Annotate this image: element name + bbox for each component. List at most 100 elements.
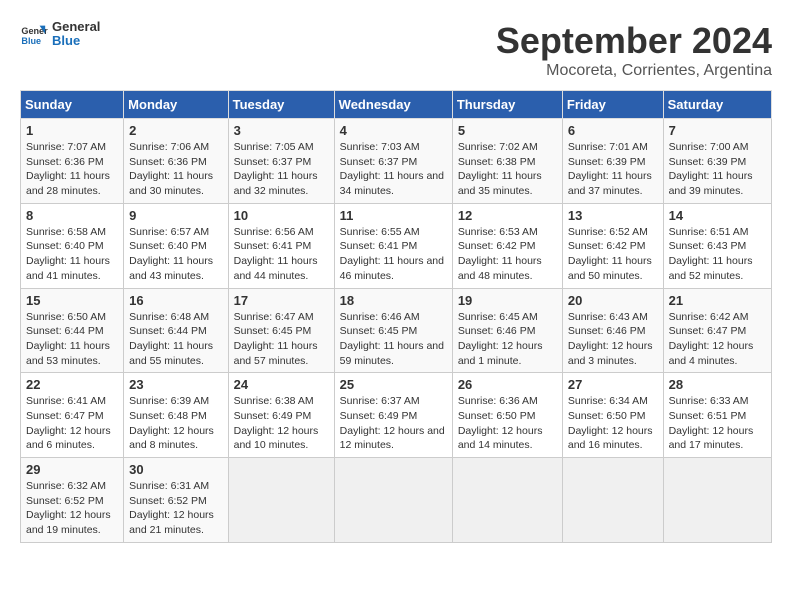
calendar-cell: 10 Sunrise: 6:56 AMSunset: 6:41 PMDayligh… [228, 203, 334, 288]
calendar-cell: 2Sunrise: 7:06 AMSunset: 6:36 PMDaylight… [124, 119, 228, 204]
day-number: 8 [26, 208, 118, 223]
calendar-cell: 19 Sunrise: 6:45 AMSunset: 6:46 PMDayligh… [452, 288, 562, 373]
day-number: 7 [669, 123, 766, 138]
calendar-cell: 11 Sunrise: 6:55 AMSunset: 6:41 PMDayligh… [334, 203, 452, 288]
day-number: 3 [234, 123, 329, 138]
page-title: September 2024 [496, 20, 772, 62]
calendar-cell: 27Sunrise: 6:34 AMSunset: 6:50 PMDayligh… [562, 373, 663, 458]
day-number: 30 [129, 462, 222, 477]
col-header-saturday: Saturday [663, 91, 771, 119]
col-header-monday: Monday [124, 91, 228, 119]
day-number: 26 [458, 377, 557, 392]
calendar-cell: 1 Sunrise: 7:07 AMSunset: 6:36 PMDaylight… [21, 119, 124, 204]
calendar-cell: 8 Sunrise: 6:58 AMSunset: 6:40 PMDaylight… [21, 203, 124, 288]
day-number: 16 [129, 293, 222, 308]
calendar-cell: 3 Sunrise: 7:05 AMSunset: 6:37 PMDaylight… [228, 119, 334, 204]
day-info: Sunrise: 6:47 AMSunset: 6:45 PMDaylight:… [234, 310, 329, 369]
day-info: Sunrise: 6:37 AMSunset: 6:49 PMDaylight:… [340, 394, 447, 453]
day-number: 15 [26, 293, 118, 308]
day-info: Sunrise: 7:07 AMSunset: 6:36 PMDaylight:… [26, 140, 118, 199]
week-row-4: 22 Sunrise: 6:41 AMSunset: 6:47 PMDayligh… [21, 373, 772, 458]
header-row: SundayMondayTuesdayWednesdayThursdayFrid… [21, 91, 772, 119]
day-info: Sunrise: 7:02 AMSunset: 6:38 PMDaylight:… [458, 140, 557, 199]
calendar-cell: 26Sunrise: 6:36 AMSunset: 6:50 PMDayligh… [452, 373, 562, 458]
day-info: Sunrise: 7:00 AMSunset: 6:39 PMDaylight:… [669, 140, 766, 199]
page-subtitle: Mocoreta, Corrientes, Argentina [496, 62, 772, 80]
day-info: Sunrise: 6:51 AMSunset: 6:43 PMDaylight:… [669, 225, 766, 284]
day-number: 12 [458, 208, 557, 223]
day-info: Sunrise: 6:41 AMSunset: 6:47 PMDaylight:… [26, 394, 118, 453]
calendar-cell: 17 Sunrise: 6:47 AMSunset: 6:45 PMDayligh… [228, 288, 334, 373]
day-number: 23 [129, 377, 222, 392]
calendar-cell: 20Sunrise: 6:43 AMSunset: 6:46 PMDayligh… [562, 288, 663, 373]
day-info: Sunrise: 6:53 AMSunset: 6:42 PMDaylight:… [458, 225, 557, 284]
calendar-cell: 21 Sunrise: 6:42 AMSunset: 6:47 PMDayligh… [663, 288, 771, 373]
day-info: Sunrise: 6:56 AMSunset: 6:41 PMDaylight:… [234, 225, 329, 284]
calendar-cell: 23Sunrise: 6:39 AMSunset: 6:48 PMDayligh… [124, 373, 228, 458]
calendar-cell: 25 Sunrise: 6:37 AMSunset: 6:49 PMDayligh… [334, 373, 452, 458]
calendar-cell: 30 Sunrise: 6:31 AMSunset: 6:52 PMDayligh… [124, 458, 228, 543]
day-info: Sunrise: 6:52 AMSunset: 6:42 PMDaylight:… [568, 225, 658, 284]
week-row-1: 1 Sunrise: 7:07 AMSunset: 6:36 PMDaylight… [21, 119, 772, 204]
day-number: 1 [26, 123, 118, 138]
calendar-cell: 13 Sunrise: 6:52 AMSunset: 6:42 PMDayligh… [562, 203, 663, 288]
col-header-tuesday: Tuesday [228, 91, 334, 119]
calendar-cell: 4 Sunrise: 7:03 AMSunset: 6:37 PMDaylight… [334, 119, 452, 204]
day-info: Sunrise: 6:42 AMSunset: 6:47 PMDaylight:… [669, 310, 766, 369]
calendar-cell: 9 Sunrise: 6:57 AMSunset: 6:40 PMDaylight… [124, 203, 228, 288]
day-number: 24 [234, 377, 329, 392]
calendar-cell: 16 Sunrise: 6:48 AMSunset: 6:44 PMDayligh… [124, 288, 228, 373]
header: General Blue General Blue September 2024… [20, 20, 772, 80]
day-number: 6 [568, 123, 658, 138]
day-number: 18 [340, 293, 447, 308]
day-number: 2 [129, 123, 222, 138]
day-number: 5 [458, 123, 557, 138]
calendar-cell: 18 Sunrise: 6:46 AMSunset: 6:45 PMDayligh… [334, 288, 452, 373]
day-number: 21 [669, 293, 766, 308]
calendar-cell: 22 Sunrise: 6:41 AMSunset: 6:47 PMDayligh… [21, 373, 124, 458]
week-row-2: 8 Sunrise: 6:58 AMSunset: 6:40 PMDaylight… [21, 203, 772, 288]
week-row-5: 29Sunrise: 6:32 AMSunset: 6:52 PMDayligh… [21, 458, 772, 543]
day-info: Sunrise: 6:46 AMSunset: 6:45 PMDaylight:… [340, 310, 447, 369]
day-number: 25 [340, 377, 447, 392]
calendar-table: SundayMondayTuesdayWednesdayThursdayFrid… [20, 90, 772, 543]
calendar-cell [228, 458, 334, 543]
day-number: 17 [234, 293, 329, 308]
calendar-cell: 14 Sunrise: 6:51 AMSunset: 6:43 PMDayligh… [663, 203, 771, 288]
day-number: 14 [669, 208, 766, 223]
calendar-cell: 28Sunrise: 6:33 AMSunset: 6:51 PMDayligh… [663, 373, 771, 458]
day-info: Sunrise: 6:38 AMSunset: 6:49 PMDaylight:… [234, 394, 329, 453]
calendar-cell [663, 458, 771, 543]
day-info: Sunrise: 7:01 AMSunset: 6:39 PMDaylight:… [568, 140, 658, 199]
col-header-sunday: Sunday [21, 91, 124, 119]
day-number: 4 [340, 123, 447, 138]
day-number: 11 [340, 208, 447, 223]
day-info: Sunrise: 6:48 AMSunset: 6:44 PMDaylight:… [129, 310, 222, 369]
day-info: Sunrise: 7:05 AMSunset: 6:37 PMDaylight:… [234, 140, 329, 199]
day-number: 28 [669, 377, 766, 392]
day-info: Sunrise: 6:50 AMSunset: 6:44 PMDaylight:… [26, 310, 118, 369]
day-info: Sunrise: 6:43 AMSunset: 6:46 PMDaylight:… [568, 310, 658, 369]
col-header-friday: Friday [562, 91, 663, 119]
day-info: Sunrise: 6:31 AMSunset: 6:52 PMDaylight:… [129, 479, 222, 538]
calendar-cell [452, 458, 562, 543]
logo: General Blue General Blue [20, 20, 100, 49]
day-info: Sunrise: 6:55 AMSunset: 6:41 PMDaylight:… [340, 225, 447, 284]
day-number: 22 [26, 377, 118, 392]
day-info: Sunrise: 6:45 AMSunset: 6:46 PMDaylight:… [458, 310, 557, 369]
calendar-cell: 15 Sunrise: 6:50 AMSunset: 6:44 PMDayligh… [21, 288, 124, 373]
day-number: 13 [568, 208, 658, 223]
calendar-cell: 29Sunrise: 6:32 AMSunset: 6:52 PMDayligh… [21, 458, 124, 543]
logo-icon: General Blue [20, 20, 48, 48]
logo-blue: Blue [52, 34, 100, 48]
day-info: Sunrise: 6:57 AMSunset: 6:40 PMDaylight:… [129, 225, 222, 284]
day-number: 9 [129, 208, 222, 223]
day-info: Sunrise: 6:34 AMSunset: 6:50 PMDaylight:… [568, 394, 658, 453]
calendar-cell: 7 Sunrise: 7:00 AMSunset: 6:39 PMDaylight… [663, 119, 771, 204]
day-info: Sunrise: 6:58 AMSunset: 6:40 PMDaylight:… [26, 225, 118, 284]
svg-text:Blue: Blue [21, 36, 41, 46]
day-number: 10 [234, 208, 329, 223]
day-number: 19 [458, 293, 557, 308]
day-info: Sunrise: 7:03 AMSunset: 6:37 PMDaylight:… [340, 140, 447, 199]
calendar-cell [334, 458, 452, 543]
